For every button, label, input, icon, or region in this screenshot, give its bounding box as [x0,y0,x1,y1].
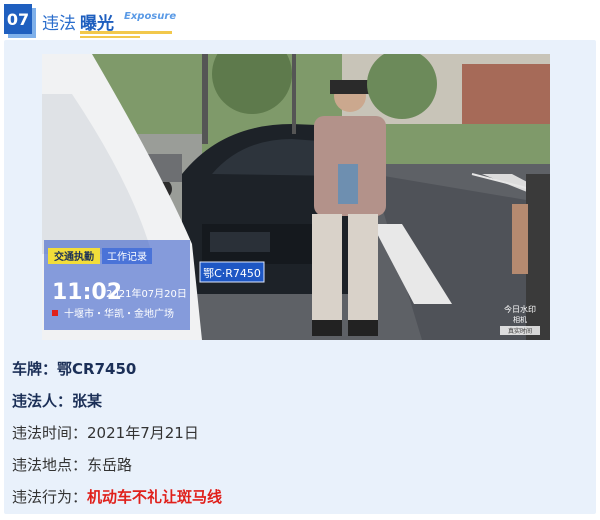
corner-mark-3: 真实时间 [508,327,532,335]
corner-mark-2: 相机 [513,315,527,324]
info-act: 违法行为：机动车不礼让斑马线 [12,486,222,507]
plate-value: 鄂CR7450 [57,360,137,378]
info-violator: 违法人：张某 [12,390,102,411]
corner-mark-1: 今日水印 [504,304,536,314]
violator-label: 违法人： [12,392,73,410]
watermark-location: 十堰市・华凯・金地广场 [64,307,174,320]
act-label: 违法行为： [12,488,88,506]
watermark-tag2: 工作记录 [107,251,147,263]
time-label: 违法时间： [12,424,88,442]
act-value: 机动车不礼让斑马线 [87,488,223,506]
section-number-badge: 07 [4,4,32,34]
title-underline [80,31,172,34]
info-time: 违法时间：2021年7月21日 [12,422,199,443]
section-subtitle: Exposure [124,11,177,22]
info-place: 违法地点：东岳路 [12,454,132,475]
car-license-plate: 鄂C·R7450 [203,267,261,280]
info-plate: 车牌：鄂CR7450 [12,358,136,379]
watermark-tag: 交通执勤 [54,250,94,263]
violation-photo: 鄂C·R7450 交通执勤 工作记录 11:02 2021年07月20日 十堰市… [42,54,550,340]
violator-value: 张某 [72,392,103,410]
title-underline-2 [80,36,140,38]
place-label: 违法地点： [12,456,88,474]
section-header: 07 违法 曝光 Exposure [0,0,600,40]
plate-label: 车牌： [12,360,58,378]
watermark-date: 2021年07月20日 [106,287,187,300]
time-value: 2021年7月21日 [87,424,199,442]
place-value: 东岳路 [87,456,133,474]
section-title-part1: 违法 [42,14,76,34]
